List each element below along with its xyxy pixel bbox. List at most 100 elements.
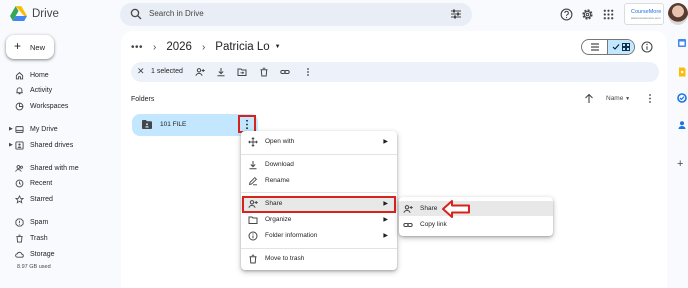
storage-used-text: 8.97 GB used bbox=[17, 264, 51, 270]
sort-by-label: Name bbox=[606, 95, 624, 102]
more-vertical-icon bbox=[246, 119, 248, 130]
search-options-icon[interactable] bbox=[450, 8, 462, 20]
menu-item-organize[interactable]: Organize ▶ bbox=[241, 213, 397, 227]
breadcrumb-more-button[interactable]: ••• bbox=[131, 42, 143, 53]
plus-icon: + bbox=[14, 39, 22, 53]
clear-selection-close-icon[interactable]: ✕ bbox=[137, 66, 145, 77]
sidebar-item-recent[interactable]: Recent bbox=[0, 177, 120, 191]
sidebar-item-shared-drives[interactable]: ▶ Shared drives bbox=[0, 139, 120, 153]
clock-icon bbox=[15, 179, 24, 188]
spam-icon bbox=[15, 218, 24, 227]
sidebar-item-spam[interactable]: Spam bbox=[0, 216, 120, 230]
breadcrumb-item-current-folder[interactable]: Patricia Lo bbox=[215, 41, 269, 53]
organization-logo[interactable]: CourseMore www.coursemore.com bbox=[624, 3, 664, 25]
search-icon[interactable] bbox=[130, 8, 142, 20]
keep-app-icon[interactable] bbox=[677, 67, 687, 77]
expand-arrow-icon[interactable]: ▶ bbox=[9, 126, 13, 132]
list-view-icon bbox=[591, 43, 599, 51]
trash-icon bbox=[249, 254, 257, 264]
share-highlight-box bbox=[242, 196, 396, 213]
sort-direction-arrow-up-icon[interactable] bbox=[584, 93, 594, 104]
submenu-item-copy-link[interactable]: Copy link bbox=[399, 217, 553, 232]
submenu-item-label: Copy link bbox=[420, 221, 447, 228]
organize-icon bbox=[248, 216, 258, 224]
menu-divider bbox=[241, 192, 397, 193]
trash-icon bbox=[16, 234, 23, 243]
submenu-item-share[interactable]: Share bbox=[399, 201, 553, 216]
tasks-app-icon[interactable] bbox=[677, 93, 687, 103]
settings-gear-icon[interactable] bbox=[581, 8, 594, 21]
info-icon bbox=[248, 231, 258, 241]
trash-icon[interactable] bbox=[259, 67, 269, 77]
submenu-arrow-icon: ▶ bbox=[383, 217, 388, 223]
app-name: Drive bbox=[32, 7, 59, 20]
contacts-app-icon[interactable] bbox=[677, 120, 687, 130]
sidebar-item-shared-with-me[interactable]: Shared with me bbox=[0, 162, 120, 176]
search-bar[interactable]: Search in Drive bbox=[120, 3, 472, 26]
my-drive-icon bbox=[15, 126, 24, 133]
sidebar-item-home[interactable]: Home bbox=[0, 69, 120, 83]
sidebar-item-label: Shared drives bbox=[30, 142, 74, 149]
more-options-icon[interactable] bbox=[646, 93, 654, 104]
sidebar-item-label: Starred bbox=[30, 196, 53, 203]
download-icon[interactable] bbox=[216, 67, 226, 77]
account-avatar[interactable] bbox=[668, 3, 688, 25]
menu-item-download[interactable]: Download bbox=[241, 158, 397, 172]
download-icon bbox=[249, 161, 257, 170]
breadcrumb-item-2026[interactable]: 2026 bbox=[166, 41, 192, 53]
new-button-label: New bbox=[30, 43, 46, 52]
sidebar-item-my-drive[interactable]: ▶ My Drive bbox=[0, 123, 120, 137]
menu-divider bbox=[241, 248, 397, 249]
menu-item-label: Folder information bbox=[265, 232, 318, 239]
menu-item-open-with[interactable]: Open with ▶ bbox=[241, 135, 397, 149]
sidebar-item-trash[interactable]: Trash bbox=[0, 232, 120, 246]
calendar-app-icon[interactable] bbox=[677, 38, 687, 48]
organization-tagline: www.coursemore.com bbox=[631, 16, 661, 20]
sidebar-item-label: My Drive bbox=[30, 126, 58, 133]
breadcrumb: ••• › 2026 › Patricia Lo ▼ bbox=[131, 40, 281, 54]
list-view-button[interactable] bbox=[582, 40, 609, 54]
more-actions-icon[interactable] bbox=[303, 67, 313, 77]
apps-grid-icon[interactable] bbox=[602, 8, 615, 21]
sidebar-item-label: Spam bbox=[30, 219, 49, 226]
sidebar-item-storage[interactable]: Storage bbox=[0, 248, 120, 262]
dropdown-arrow-icon: ▼ bbox=[625, 96, 631, 102]
home-icon bbox=[15, 72, 24, 80]
move-to-folder-icon[interactable] bbox=[237, 67, 247, 77]
link-icon[interactable] bbox=[280, 67, 290, 77]
sort-by-dropdown[interactable]: Name ▼ bbox=[606, 95, 630, 102]
sidebar-item-label: Workspaces bbox=[30, 103, 69, 110]
menu-item-label: Download bbox=[265, 161, 294, 168]
sidebar-item-starred[interactable]: Starred bbox=[0, 193, 120, 207]
dropdown-arrow-icon[interactable]: ▼ bbox=[275, 44, 281, 50]
selection-action-bar: ✕ 1 selected bbox=[131, 62, 659, 82]
submenu-item-label: Share bbox=[420, 205, 438, 212]
help-icon[interactable] bbox=[560, 8, 573, 21]
grid-view-button[interactable] bbox=[608, 40, 634, 54]
menu-item-folder-information[interactable]: Folder information ▶ bbox=[241, 229, 397, 243]
drive-logo-icon bbox=[10, 6, 27, 21]
folder-name: 101 FILE bbox=[160, 121, 187, 128]
expand-arrow-icon[interactable]: ▶ bbox=[9, 142, 13, 148]
menu-item-rename[interactable]: Rename bbox=[241, 174, 397, 188]
info-icon[interactable] bbox=[641, 41, 653, 53]
chevron-right-icon: › bbox=[153, 41, 157, 53]
drive-logo[interactable]: Drive bbox=[10, 6, 59, 21]
sidebar-item-label: Shared with me bbox=[30, 165, 79, 172]
menu-item-label: Rename bbox=[265, 177, 290, 184]
checkmark-icon bbox=[612, 44, 620, 50]
bell-icon bbox=[16, 87, 23, 95]
share-person-add-icon[interactable] bbox=[195, 67, 205, 77]
get-addons-plus-icon[interactable]: + bbox=[677, 159, 687, 170]
new-button[interactable]: + New bbox=[6, 35, 54, 59]
sidebar-item-activity[interactable]: Activity bbox=[0, 84, 120, 98]
folders-section-heading: Folders bbox=[131, 96, 155, 103]
sidebar-item-workspaces[interactable]: Workspaces bbox=[0, 100, 120, 114]
link-icon bbox=[403, 223, 413, 227]
sidebar-item-label: Storage bbox=[30, 251, 55, 258]
view-toggle[interactable] bbox=[581, 39, 635, 55]
search-input[interactable]: Search in Drive bbox=[149, 9, 204, 18]
share-submenu: Share Copy link bbox=[399, 197, 553, 236]
menu-item-move-to-trash[interactable]: Move to trash bbox=[241, 252, 397, 266]
workspaces-icon bbox=[15, 102, 24, 111]
